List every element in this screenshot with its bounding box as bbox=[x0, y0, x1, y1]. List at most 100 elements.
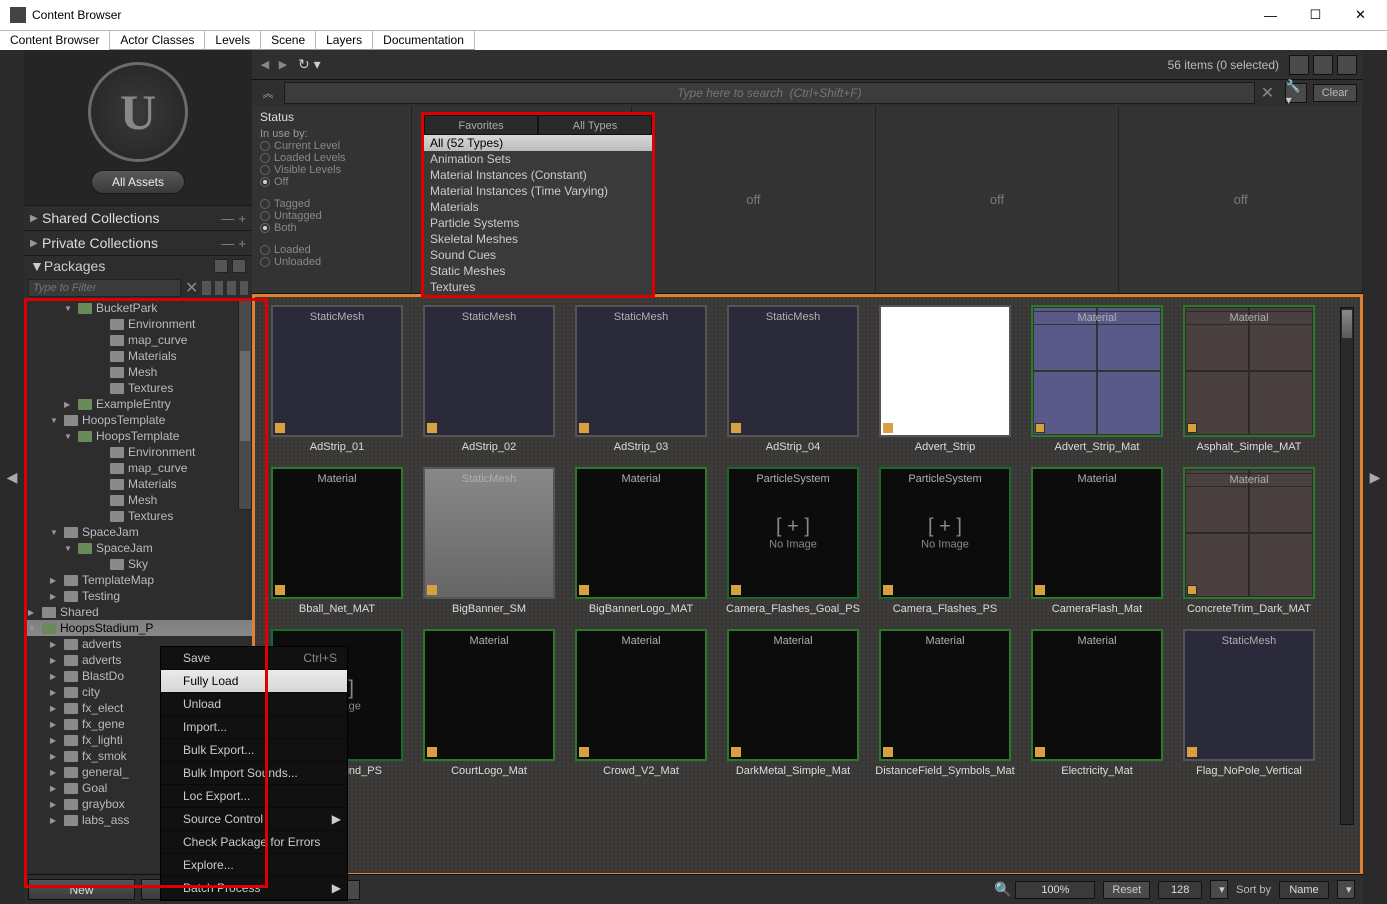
top-tab[interactable]: Levels bbox=[205, 31, 261, 50]
tree-row[interactable]: map_curve bbox=[24, 460, 252, 476]
reset-button[interactable]: Reset bbox=[1103, 881, 1150, 899]
context-menu-item[interactable]: Check Package for Errors bbox=[161, 831, 347, 854]
radio-tagged[interactable]: Tagged bbox=[260, 198, 403, 210]
sort-field-input[interactable] bbox=[1279, 881, 1329, 899]
tree-row[interactable]: ▼BucketPark bbox=[24, 300, 252, 316]
top-tab[interactable]: Content Browser bbox=[0, 31, 110, 50]
type-filter-item[interactable]: Sound Cues bbox=[424, 247, 652, 263]
search-options-icon[interactable]: 🔧▾ bbox=[1285, 83, 1307, 103]
asset-tile[interactable]: StaticMeshAdStrip_03 bbox=[567, 305, 715, 453]
asset-tile[interactable]: StaticMeshBigBanner_SM bbox=[415, 467, 563, 615]
type-filter-item[interactable]: Materials bbox=[424, 199, 652, 215]
asset-tile[interactable]: StaticMeshFlag_NoPole_Vertical bbox=[1175, 629, 1323, 777]
right-edge-toggle[interactable]: ▶ bbox=[1363, 50, 1387, 904]
asset-tile[interactable]: MaterialBball_Net_MAT bbox=[263, 467, 411, 615]
search-input[interactable] bbox=[284, 82, 1255, 104]
clear-search-icon[interactable]: ✕ bbox=[1261, 83, 1279, 103]
refresh-icon[interactable]: ↻ ▾ bbox=[298, 56, 321, 73]
tree-scrollbar[interactable] bbox=[238, 300, 252, 510]
tree-row[interactable]: ▼SpaceJam bbox=[24, 524, 252, 540]
type-filter-item[interactable]: Particle Systems bbox=[424, 215, 652, 231]
clear-filter-icon[interactable]: ✕ bbox=[185, 278, 198, 298]
thumb-size-dropdown[interactable]: ▾ bbox=[1210, 880, 1228, 899]
asset-tile[interactable]: MaterialCourtLogo_Mat bbox=[415, 629, 563, 777]
radio-both[interactable]: Both bbox=[260, 222, 403, 234]
new-button[interactable]: New bbox=[28, 879, 135, 900]
tree-row[interactable]: Environment bbox=[24, 444, 252, 460]
types-tab-favorites[interactable]: Favorites bbox=[424, 115, 538, 135]
top-tab[interactable]: Scene bbox=[261, 31, 316, 50]
grid-scrollbar[interactable] bbox=[1340, 307, 1354, 825]
asset-tile[interactable]: Advert_Strip bbox=[871, 305, 1019, 453]
shared-collections-header[interactable]: ▶ Shared Collections —+ bbox=[24, 206, 252, 230]
type-filter-item[interactable]: Material Instances (Constant) bbox=[424, 167, 652, 183]
tree-row[interactable]: Materials bbox=[24, 476, 252, 492]
plus-icon[interactable]: + bbox=[238, 211, 246, 226]
asset-tile[interactable]: MaterialCrowd_V2_Mat bbox=[567, 629, 715, 777]
types-tab-all[interactable]: All Types bbox=[538, 115, 652, 135]
type-filter-item[interactable]: All (52 Types) bbox=[424, 135, 652, 151]
radio-off[interactable]: Off bbox=[260, 176, 403, 188]
asset-tile[interactable]: ParticleSystem[ + ]No ImageCamera_Flashe… bbox=[871, 467, 1019, 615]
asset-tile[interactable]: StaticMeshAdStrip_04 bbox=[719, 305, 867, 453]
tree-view-icon[interactable] bbox=[232, 259, 246, 273]
tree-row[interactable]: Textures bbox=[24, 380, 252, 396]
tree-row[interactable]: ▶Testing bbox=[24, 588, 252, 604]
type-filter-item[interactable]: Material Instances (Time Varying) bbox=[424, 183, 652, 199]
private-collections-header[interactable]: ▶ Private Collections —+ bbox=[24, 231, 252, 255]
tree-row[interactable]: Textures bbox=[24, 508, 252, 524]
top-tab[interactable]: Layers bbox=[316, 31, 373, 50]
tree-row[interactable]: ▶Shared bbox=[24, 604, 252, 620]
context-menu-item[interactable]: Loc Export... bbox=[161, 785, 347, 808]
type-filter-item[interactable]: Skeletal Meshes bbox=[424, 231, 652, 247]
toolbar-btn-1[interactable] bbox=[1289, 55, 1309, 75]
context-menu-item[interactable]: Source Control▶ bbox=[161, 808, 347, 831]
radio-current-level[interactable]: Current Level bbox=[260, 140, 403, 152]
clear-button[interactable]: Clear bbox=[1313, 84, 1357, 102]
type-filter-item[interactable]: Animation Sets bbox=[424, 151, 652, 167]
refresh-icon[interactable] bbox=[215, 281, 223, 295]
minus-icon[interactable]: — bbox=[221, 236, 234, 251]
tree-row[interactable]: Materials bbox=[24, 348, 252, 364]
plus-icon[interactable]: + bbox=[238, 236, 246, 251]
radio-untagged[interactable]: Untagged bbox=[260, 210, 403, 222]
tree-row[interactable]: Mesh bbox=[24, 364, 252, 380]
list-view-icon[interactable] bbox=[214, 259, 228, 273]
tree-row[interactable]: ▶ExampleEntry bbox=[24, 396, 252, 412]
thumb-size-input[interactable] bbox=[1158, 881, 1202, 899]
asset-tile[interactable]: MaterialDarkMetal_Simple_Mat bbox=[719, 629, 867, 777]
tree-row[interactable]: Mesh bbox=[24, 492, 252, 508]
tree-row[interactable]: ▼SpaceJam bbox=[24, 540, 252, 556]
context-menu[interactable]: SaveCtrl+SFully LoadUnloadImport...Bulk … bbox=[160, 646, 348, 901]
minus-icon[interactable]: — bbox=[221, 211, 234, 226]
asset-tile[interactable]: ParticleSystem[ + ]No ImageCamera_Flashe… bbox=[719, 467, 867, 615]
context-menu-item[interactable]: Import... bbox=[161, 716, 347, 739]
context-menu-item[interactable]: Explore... bbox=[161, 854, 347, 877]
edit-icon[interactable] bbox=[227, 281, 235, 295]
context-menu-item[interactable]: Bulk Import Sounds... bbox=[161, 762, 347, 785]
top-tab[interactable]: Documentation bbox=[373, 31, 475, 50]
context-menu-item[interactable]: Fully Load bbox=[161, 670, 347, 693]
context-menu-item[interactable]: Bulk Export... bbox=[161, 739, 347, 762]
packages-header[interactable]: ▼ Packages bbox=[24, 256, 252, 276]
tree-row[interactable]: ▶TemplateMap bbox=[24, 572, 252, 588]
sort-dropdown[interactable]: ▾ bbox=[1337, 880, 1355, 899]
asset-tile[interactable]: MaterialAdvert_Strip_Mat bbox=[1023, 305, 1171, 453]
asset-tile[interactable]: StaticMeshAdStrip_01 bbox=[263, 305, 411, 453]
all-assets-button[interactable]: All Assets bbox=[91, 170, 185, 194]
context-menu-item[interactable]: Batch Process▶ bbox=[161, 877, 347, 900]
context-menu-item[interactable]: SaveCtrl+S bbox=[161, 647, 347, 670]
radio-loaded-levels[interactable]: Loaded Levels bbox=[260, 152, 403, 164]
asset-tile[interactable]: MaterialCameraFlash_Mat bbox=[1023, 467, 1171, 615]
history-forward-icon[interactable]: ▶ bbox=[276, 58, 290, 71]
close-button[interactable]: ✕ bbox=[1338, 0, 1383, 30]
top-tab[interactable]: Actor Classes bbox=[110, 31, 205, 50]
zoom-input[interactable] bbox=[1015, 881, 1095, 899]
asset-tile[interactable]: MaterialElectricity_Mat bbox=[1023, 629, 1171, 777]
tree-row[interactable]: ▼HoopsStadium_P bbox=[24, 620, 252, 636]
maximize-button[interactable]: ☐ bbox=[1293, 0, 1338, 30]
radio-loaded[interactable]: Loaded bbox=[260, 244, 403, 256]
toolbar-btn-3[interactable] bbox=[1337, 55, 1357, 75]
type-filter-item[interactable]: Textures bbox=[424, 279, 652, 295]
types-filter-panel[interactable]: Favorites All Types All (52 Types)Animat… bbox=[421, 112, 655, 298]
